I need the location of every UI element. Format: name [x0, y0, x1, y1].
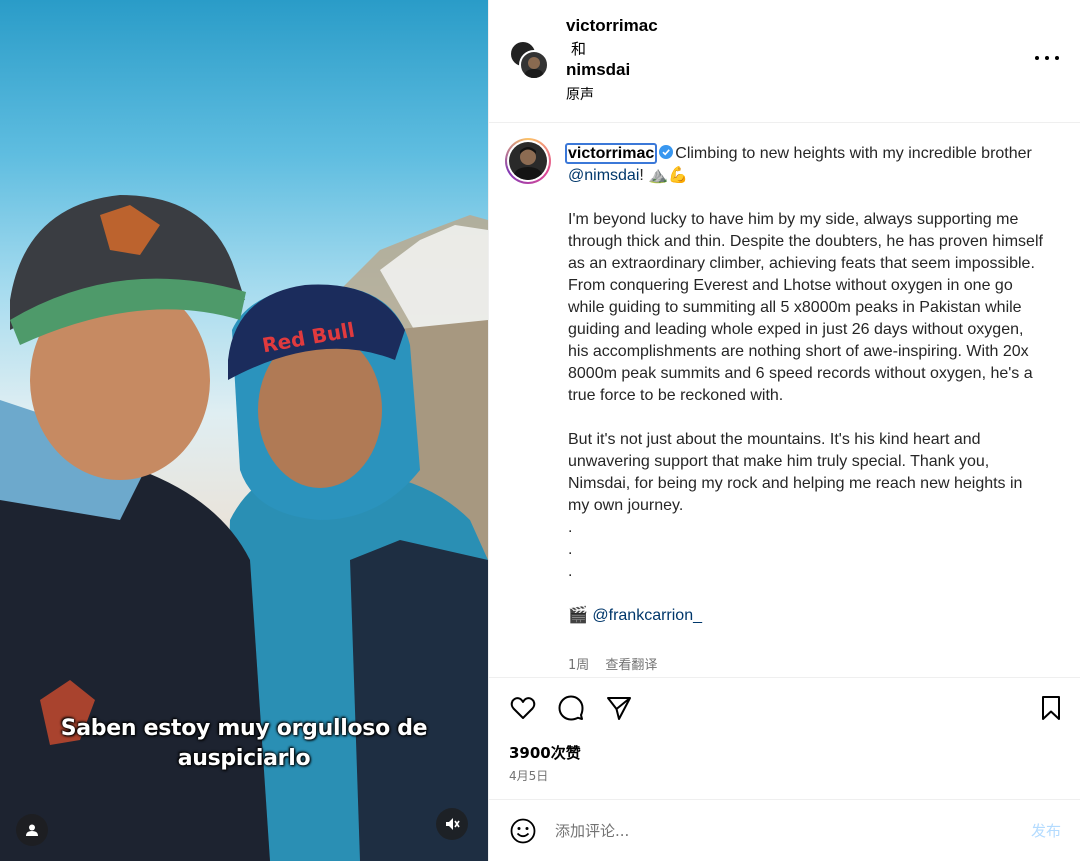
- verified-badge-icon: [659, 145, 674, 159]
- collab-avatars[interactable]: [509, 40, 551, 82]
- more-dot: [1055, 56, 1059, 60]
- emoji-icon[interactable]: [509, 817, 537, 845]
- post-sidebar: victorrimac 和 nimsdai 原声 victorrimac Cli…: [488, 0, 1080, 861]
- comment-input[interactable]: [555, 816, 995, 846]
- post-caption: victorrimac Climbing to new heights with…: [565, 143, 1048, 627]
- mention-frankcarrion[interactable]: @frankcarrion_: [592, 607, 702, 624]
- more-dot: [1045, 56, 1049, 60]
- avatar-photo: [509, 142, 547, 180]
- video-subtitle-line-1: Saben estoy muy orgulloso de: [60, 716, 428, 741]
- header-and-label: 和: [571, 40, 587, 58]
- caption-username[interactable]: victorrimac: [565, 143, 658, 164]
- caption-dot: .: [568, 563, 573, 580]
- mute-icon: [446, 818, 460, 830]
- post-comment-button[interactable]: 发布: [1031, 820, 1061, 841]
- comments-section[interactable]: victorrimac Climbing to new heights with…: [489, 124, 1080, 676]
- video-subtitle-line-2: auspiciarlo: [177, 746, 311, 771]
- avatar-nimsdai[interactable]: [519, 50, 549, 80]
- header-username-2[interactable]: nimsdai: [566, 60, 630, 80]
- share-paper-plane-icon[interactable]: [605, 694, 633, 722]
- post-actions: 3900次赞 4月5日: [489, 677, 1080, 799]
- header-username-1[interactable]: victorrimac: [566, 16, 658, 36]
- caption-credit: 🎬 @frankcarrion_: [568, 605, 1048, 627]
- caption-meta: 1周 查看翻译: [568, 654, 669, 673]
- comment-bubble-icon[interactable]: [557, 694, 585, 722]
- mute-button[interactable]: [436, 808, 468, 840]
- see-translation-button[interactable]: 查看翻译: [605, 658, 657, 673]
- nimsdai-photo: [524, 57, 544, 78]
- caption-paragraph-3: But it's not just about the mountains. I…: [568, 431, 1023, 514]
- add-comment-bar: 发布: [489, 799, 1080, 861]
- save-bookmark-icon[interactable]: [1037, 694, 1065, 722]
- video-player[interactable]: Red Bull Saben estoy muy orgulloso de au…: [0, 0, 488, 861]
- caption-text-1-end: ! ⛰️💪: [639, 167, 689, 184]
- more-options-icon[interactable]: [1035, 48, 1059, 68]
- caption-dot: .: [568, 541, 573, 558]
- caption-paragraph-2: I'm beyond lucky to have him by my side,…: [568, 211, 1043, 404]
- clapperboard-icon: 🎬: [568, 607, 588, 624]
- like-count[interactable]: 3900次赞: [509, 742, 581, 763]
- caption-text-1: Climbing to new heights with my incredib…: [675, 145, 1032, 162]
- caption-dot: .: [568, 519, 573, 536]
- time-ago[interactable]: 1周: [568, 658, 589, 673]
- like-heart-icon[interactable]: [509, 694, 537, 722]
- user-tag-icon: [26, 824, 38, 836]
- more-dot: [1035, 56, 1039, 60]
- caption-first-line: victorrimac Climbing to new heights with…: [565, 143, 1048, 187]
- post-author-avatar[interactable]: [505, 138, 551, 184]
- post-header: victorrimac 和 nimsdai 原声: [489, 0, 1080, 123]
- post-date[interactable]: 4月5日: [509, 767, 548, 784]
- tagged-users-button[interactable]: [16, 814, 48, 846]
- mention-nimsdai[interactable]: @nimsdai: [568, 167, 639, 184]
- original-audio-link[interactable]: 原声: [566, 84, 594, 104]
- avatar-ring-gap: [507, 140, 549, 182]
- victorrimac-photo: [513, 147, 543, 180]
